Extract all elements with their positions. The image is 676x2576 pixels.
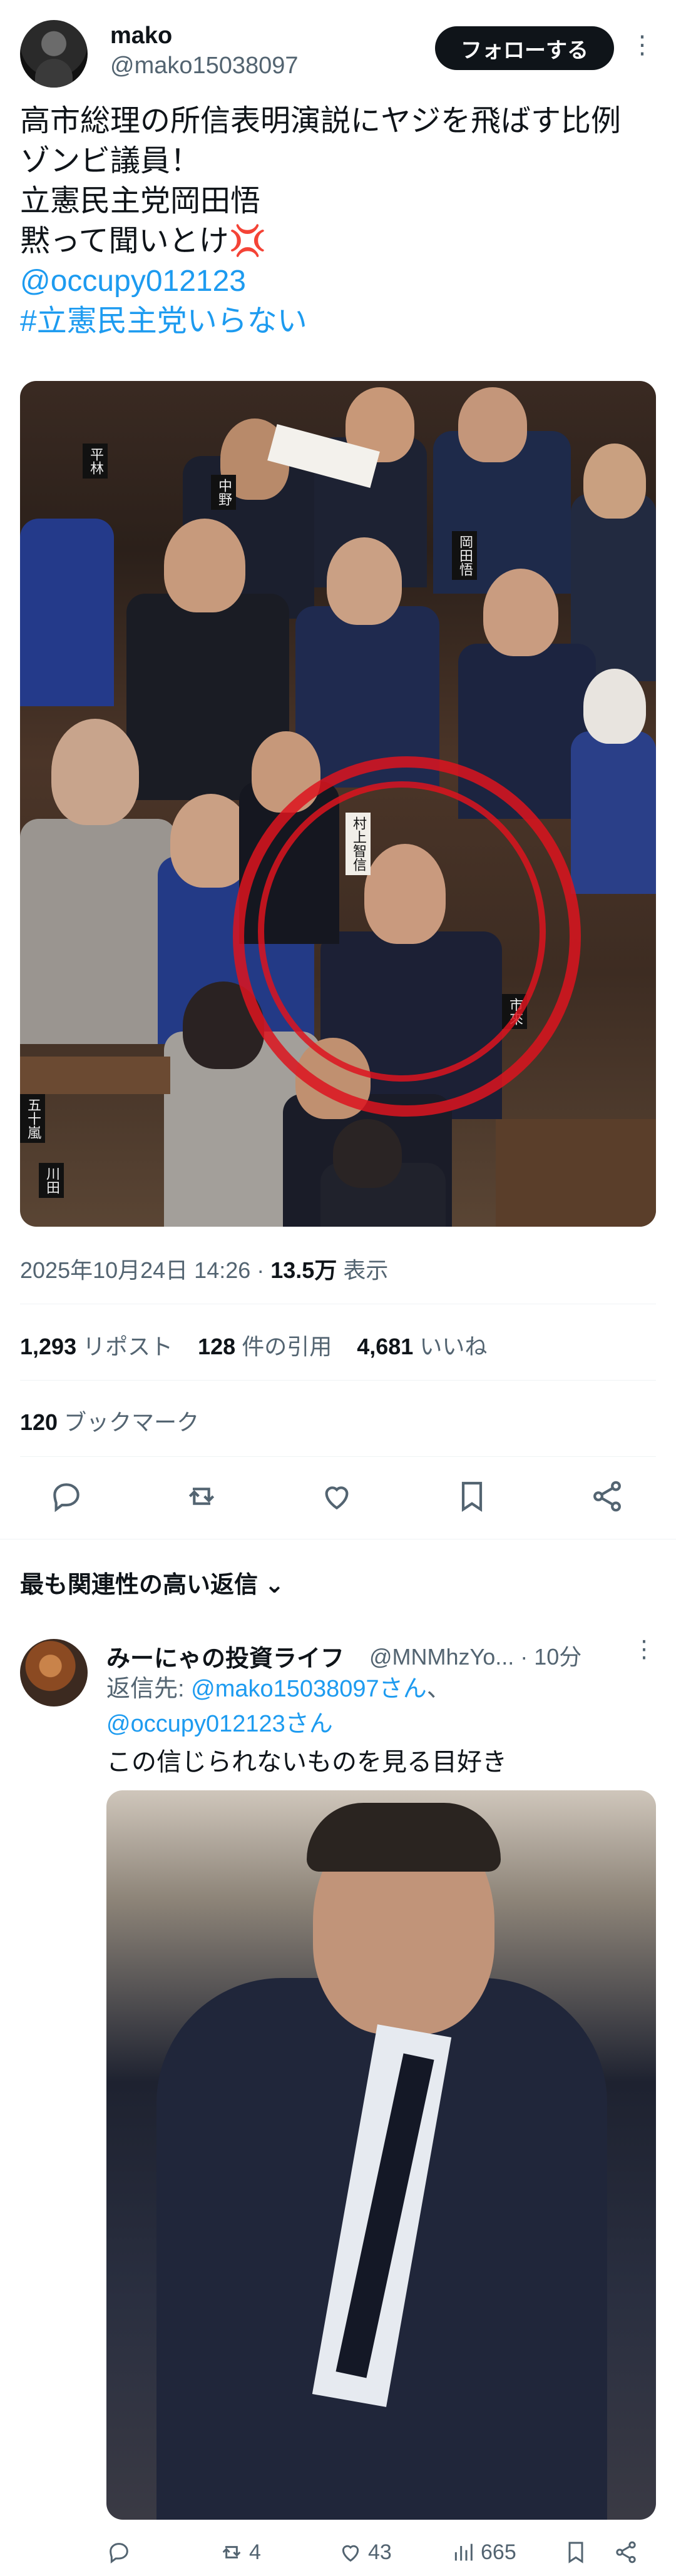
likes-stat[interactable]: 4,681 いいね — [357, 1334, 487, 1359]
reply-to-mention[interactable]: @mako15038097さん — [191, 1676, 427, 1702]
reposts-count: 1,293 — [20, 1334, 77, 1359]
tweet-line: 立憲民主党岡田悟 — [20, 185, 261, 218]
author-handle[interactable]: @mako15038097 — [110, 53, 299, 79]
photo-placard: 中野 — [211, 475, 236, 510]
photo-placard: 平林 — [83, 444, 108, 479]
reply-photo[interactable] — [106, 1790, 656, 2520]
reply-avatar[interactable] — [20, 1639, 88, 1706]
bookmarks-label: ブックマーク — [58, 1409, 200, 1435]
reply-like-count: 43 — [368, 2540, 392, 2564]
timestamp-text[interactable]: 2025年10月24日 14:26 · — [20, 1257, 270, 1283]
reply-to-prefix: 返信先: — [106, 1676, 192, 1702]
reply-bookmark-button[interactable] — [563, 2540, 588, 2565]
follow-button[interactable]: フォローする — [435, 26, 614, 70]
photo-figure — [164, 519, 245, 612]
tweet-line: ゾンビ議員！ — [20, 145, 201, 178]
bookmarks-count: 120 — [20, 1409, 58, 1435]
quotes-count: 128 — [198, 1334, 236, 1359]
reply-views-count: 665 — [481, 2540, 516, 2564]
photo-figure — [20, 519, 114, 706]
reply-icon — [110, 2543, 128, 2563]
reply-repost-count: 4 — [249, 2540, 261, 2564]
photo-figure — [483, 569, 558, 656]
divider — [20, 1380, 656, 1381]
photo-placard: 川田 — [39, 1163, 64, 1198]
more-options-icon[interactable]: ⋮ — [630, 33, 655, 64]
likes-label: いいね — [413, 1334, 488, 1359]
share-icon[interactable] — [590, 1479, 625, 1514]
reply-display-name[interactable]: みーにゃの投資ライフ — [106, 1639, 344, 1673]
like-icon[interactable] — [319, 1479, 354, 1514]
bookmarks-stat[interactable]: 120 ブックマーク — [20, 1404, 199, 1437]
photo-placard: 岡田悟 — [452, 531, 477, 580]
like-icon — [342, 2545, 359, 2562]
author-display-name[interactable]: mako — [110, 23, 172, 49]
tweet-line: 高市総理の所信表明演説にヤジを飛ばす比例 — [20, 104, 622, 138]
mention-link[interactable]: @occupy012123 — [20, 261, 658, 302]
tweet-line: 黙って聞いとけ💢 — [20, 225, 267, 258]
views-icon — [454, 2543, 473, 2561]
photo-desk — [496, 1119, 656, 1227]
reply-repost-button[interactable]: 4 — [219, 2540, 261, 2565]
engagement-stats: 1,293 リポスト 128 件の引用 4,681 いいね — [20, 1329, 487, 1361]
reply-icon[interactable] — [49, 1479, 84, 1514]
reply-to-mention[interactable]: @occupy012123さん — [106, 1711, 333, 1737]
bookmark-icon — [568, 2542, 583, 2563]
reposts-label: リポスト — [76, 1334, 173, 1359]
reply-to-separator: 、 — [426, 1676, 451, 1702]
photo-figure — [333, 1119, 402, 1188]
bookmark-icon[interactable] — [454, 1479, 489, 1514]
photo-figure — [583, 444, 646, 519]
photo-figure — [583, 669, 646, 744]
repost-icon — [222, 2546, 241, 2558]
photo-desk — [20, 1057, 170, 1094]
red-circle-annotation — [258, 781, 546, 1082]
author-avatar[interactable] — [20, 20, 88, 88]
reposts-stat[interactable]: 1,293 リポスト — [20, 1334, 173, 1359]
photo-placard: 五十嵐 — [20, 1094, 45, 1143]
quotes-label: 件の引用 — [235, 1334, 332, 1359]
photo-hair — [307, 1803, 501, 1872]
tweet-photo[interactable]: 平林 中野 岡田悟 市來 村上智信 五十嵐 川田 — [20, 381, 656, 1227]
reply-views-button[interactable]: 665 — [451, 2540, 516, 2565]
photo-figure — [51, 719, 139, 825]
tweet-text: 高市総理の所信表明演説にヤジを飛ばす比例 ゾンビ議員！ 立憲民主党岡田悟 黙って… — [20, 101, 658, 342]
hashtag-link[interactable]: #立憲民主党いらない — [20, 302, 658, 342]
tweet-timestamp: 2025年10月24日 14:26 · 13.5万 表示 — [20, 1252, 388, 1285]
reply-like-button[interactable]: 43 — [338, 2540, 392, 2565]
reply-handle[interactable]: @MNMhzYo... · 10分 — [369, 1639, 581, 1671]
views-count: 13.5万 — [270, 1257, 337, 1283]
reply-to: 返信先: @mako15038097さん、 @occupy012123さん — [106, 1671, 451, 1742]
photo-figure — [458, 387, 527, 462]
repost-icon[interactable] — [184, 1479, 219, 1514]
photo-figure — [571, 731, 656, 894]
share-icon — [616, 2541, 636, 2563]
quotes-stat[interactable]: 128 件の引用 — [198, 1334, 332, 1359]
reply-share-button[interactable] — [613, 2540, 638, 2565]
reply-sort-dropdown[interactable]: 最も関連性の高い返信 ⌄ — [20, 1565, 284, 1600]
photo-figure — [327, 537, 402, 625]
reply-text: この信じられないものを見る目好き — [106, 1748, 507, 1776]
likes-count: 4,681 — [357, 1334, 414, 1359]
views-label: 表示 — [337, 1257, 389, 1283]
photo-figure — [20, 819, 177, 1044]
reply-more-icon[interactable]: ⋮ — [632, 1635, 656, 1663]
divider — [20, 1456, 656, 1457]
reply-reply-button[interactable] — [106, 2540, 131, 2565]
